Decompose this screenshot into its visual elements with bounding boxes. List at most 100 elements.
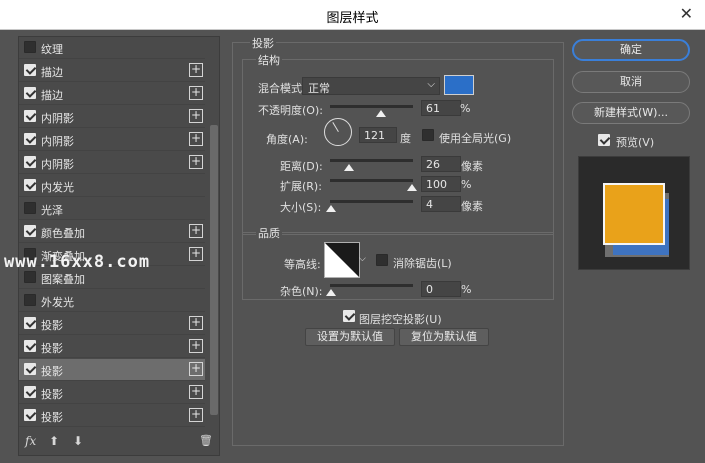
effect-row[interactable]: 内阴影 +: [19, 129, 205, 151]
add-effect-icon[interactable]: +: [189, 63, 203, 77]
contour-preview[interactable]: [324, 242, 360, 278]
global-light-checkbox[interactable]: [422, 129, 434, 141]
ok-button[interactable]: 确定: [572, 39, 690, 61]
add-effect-icon[interactable]: +: [189, 109, 203, 123]
distance-field[interactable]: 26: [421, 156, 461, 172]
opacity-slider[interactable]: [330, 105, 413, 108]
effect-label: 外发光: [41, 296, 74, 309]
reset-default-button[interactable]: 复位为默认值: [399, 328, 489, 346]
effect-checkbox[interactable]: [24, 294, 36, 306]
distance-slider-thumb[interactable]: [344, 164, 354, 171]
effect-row[interactable]: 外发光: [19, 290, 205, 312]
effect-checkbox[interactable]: [24, 110, 36, 122]
noise-unit: %: [461, 283, 472, 296]
effect-label: 颜色叠加: [41, 227, 85, 240]
effect-checkbox[interactable]: [24, 41, 36, 53]
spread-slider-thumb[interactable]: [407, 184, 417, 191]
effect-checkbox[interactable]: [24, 225, 36, 237]
preview-label: 预览(V): [616, 136, 655, 149]
opacity-field[interactable]: 61: [421, 100, 461, 116]
preview-checkbox[interactable]: [598, 134, 610, 146]
noise-slider[interactable]: [330, 284, 413, 287]
effect-row[interactable]: 投影 +: [19, 382, 205, 404]
angle-field[interactable]: 121: [359, 127, 397, 143]
noise-label: 杂色(N):: [280, 285, 323, 298]
add-effect-icon[interactable]: +: [189, 385, 203, 399]
effect-checkbox[interactable]: [24, 386, 36, 398]
effect-checkbox[interactable]: [24, 156, 36, 168]
effect-label: 投影: [41, 319, 63, 332]
cancel-button[interactable]: 取消: [572, 71, 690, 93]
effect-label: 投影: [41, 342, 63, 355]
effect-row[interactable]: 内阴影 +: [19, 106, 205, 128]
effects-list: 纹理 描边 + 描边 + 内阴影 + 内阴影 + 内阴影 + 内发光 光泽 颜色叠加 + 渐变叠加 + 图案叠加外…: [18, 36, 220, 456]
effect-row[interactable]: 颜色叠加 +: [19, 221, 205, 243]
new-style-button[interactable]: 新建样式(W)...: [572, 102, 690, 124]
effect-checkbox[interactable]: [24, 340, 36, 352]
size-field[interactable]: 4: [421, 196, 461, 212]
distance-label: 距离(D):: [280, 160, 323, 173]
close-icon[interactable]: ✕: [680, 4, 693, 23]
shadow-color-swatch[interactable]: [444, 75, 474, 95]
opacity-unit: %: [460, 102, 471, 115]
noise-slider-thumb[interactable]: [326, 289, 336, 296]
opacity-slider-thumb[interactable]: [375, 110, 386, 117]
effect-checkbox[interactable]: [24, 363, 36, 375]
noise-field[interactable]: 0: [421, 281, 461, 297]
effect-checkbox[interactable]: [24, 64, 36, 76]
effect-label: 描边: [41, 66, 63, 79]
angle-dial[interactable]: [324, 118, 352, 146]
size-slider-thumb[interactable]: [326, 205, 336, 212]
watermark-text: www.16xx8.com: [4, 252, 151, 272]
add-effect-icon[interactable]: +: [189, 362, 203, 376]
effect-checkbox[interactable]: [24, 87, 36, 99]
move-down-icon[interactable]: ⬇: [73, 434, 83, 448]
add-effect-icon[interactable]: +: [189, 224, 203, 238]
effect-row[interactable]: 投影 +: [19, 359, 205, 381]
title-bar: 图层样式 ✕: [0, 0, 705, 30]
effect-checkbox[interactable]: [24, 202, 36, 214]
fx-menu-icon[interactable]: fx: [25, 434, 36, 448]
effect-row[interactable]: 描边 +: [19, 60, 205, 82]
add-effect-icon[interactable]: +: [189, 86, 203, 100]
effect-row[interactable]: 纹理: [19, 37, 205, 59]
move-up-icon[interactable]: ⬆: [49, 434, 59, 448]
blend-mode-label: 混合模式:: [258, 82, 306, 95]
blend-mode-value: 正常: [308, 82, 330, 95]
effect-checkbox[interactable]: [24, 409, 36, 421]
make-default-button[interactable]: 设置为默认值: [305, 328, 395, 346]
spread-unit: %: [461, 178, 472, 191]
add-effect-icon[interactable]: +: [189, 316, 203, 330]
spread-field[interactable]: 100: [421, 176, 461, 192]
size-slider[interactable]: [330, 200, 413, 203]
add-effect-icon[interactable]: +: [189, 408, 203, 422]
angle-label: 角度(A):: [266, 133, 308, 146]
effect-checkbox[interactable]: [24, 133, 36, 145]
delete-effect-icon[interactable]: 🗑: [199, 434, 213, 447]
effect-row[interactable]: 内阴影 +: [19, 152, 205, 174]
add-effect-icon[interactable]: +: [189, 132, 203, 146]
effect-checkbox[interactable]: [24, 317, 36, 329]
opacity-label: 不透明度(O):: [258, 104, 323, 117]
effect-checkbox[interactable]: [24, 179, 36, 191]
effect-checkbox[interactable]: [24, 271, 36, 283]
effect-row[interactable]: 投影 +: [19, 405, 205, 427]
chevron-down-icon: ⌵: [427, 79, 435, 90]
style-preview: [578, 156, 690, 270]
distance-slider[interactable]: [330, 159, 413, 162]
effect-row[interactable]: 描边 +: [19, 83, 205, 105]
blend-mode-select[interactable]: 正常 ⌵: [302, 77, 440, 95]
effect-row[interactable]: 投影 +: [19, 336, 205, 358]
add-effect-icon[interactable]: +: [189, 339, 203, 353]
window-title: 图层样式: [326, 11, 379, 26]
contour-chevron-icon[interactable]: ⌵: [359, 254, 366, 264]
knockout-checkbox[interactable]: [343, 310, 355, 322]
effect-row[interactable]: 投影 +: [19, 313, 205, 335]
layer-style-dialog: 纹理 描边 + 描边 + 内阴影 + 内阴影 + 内阴影 + 内发光 光泽 颜色叠加 + 渐变叠加 + 图案叠加外…: [4, 30, 701, 459]
effect-row[interactable]: 内发光: [19, 175, 205, 197]
spread-slider[interactable]: [330, 179, 413, 182]
effect-row[interactable]: 光泽: [19, 198, 205, 220]
anti-alias-checkbox[interactable]: [376, 254, 388, 266]
add-effect-icon[interactable]: +: [189, 155, 203, 169]
size-unit: 像素: [461, 200, 483, 213]
